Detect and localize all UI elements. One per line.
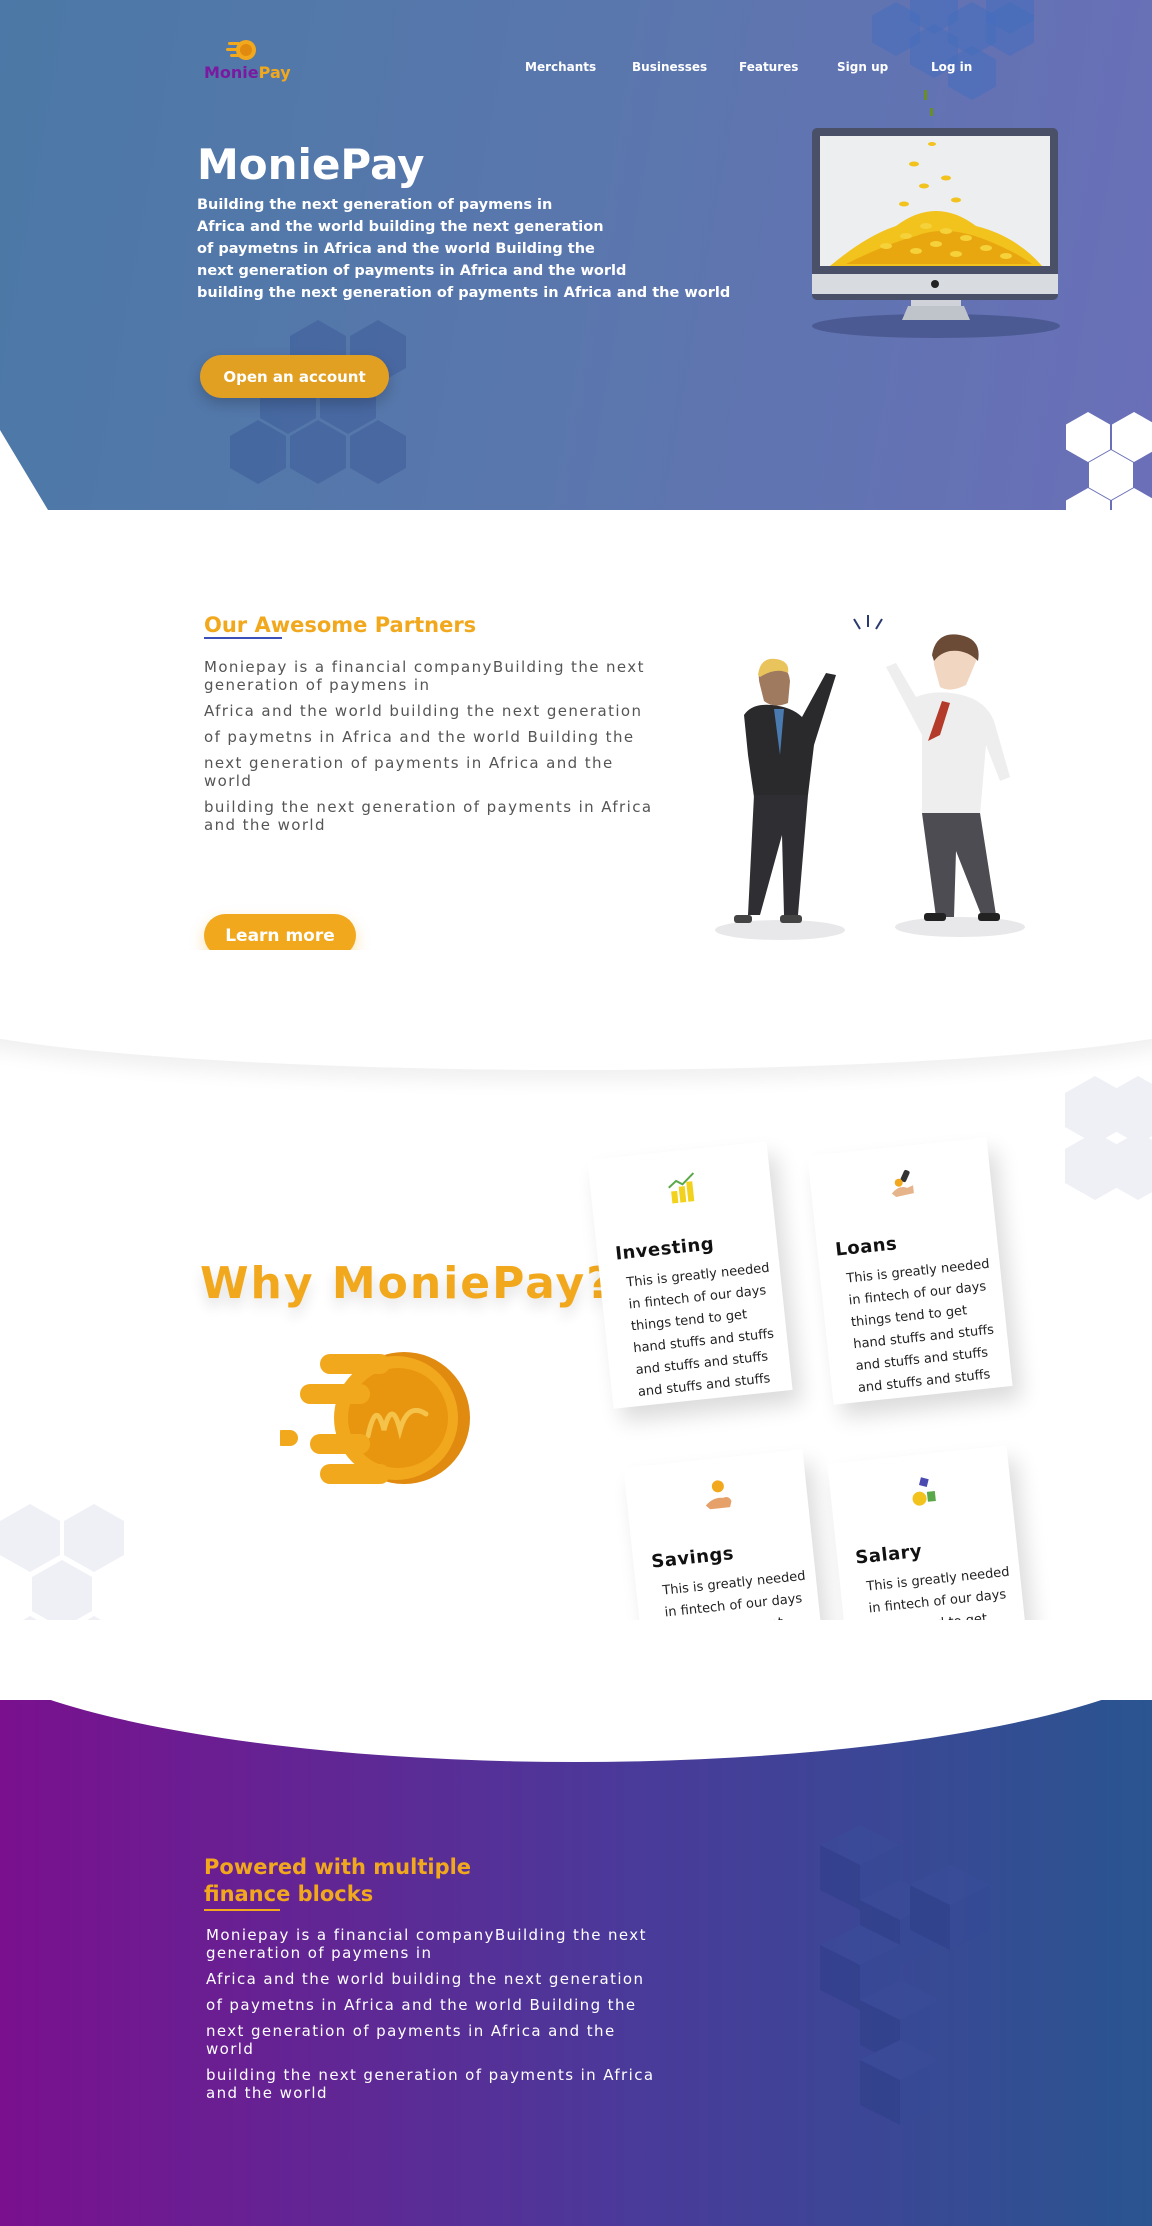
feature-card-loans[interactable]: Loans This is greatly needed in fintech … [807, 1137, 1013, 1405]
salary-icon [912, 1477, 936, 1506]
nav-merchants[interactable]: Merchants [525, 60, 596, 74]
brand-logo[interactable]: MoniePay [204, 36, 294, 86]
why-moniepay-title: Why MoniePay? [200, 1258, 614, 1309]
loan-hand-icon [891, 1169, 914, 1198]
moniepay-coin-icon [280, 1352, 470, 1484]
landing-page: MoniePay Merchants Businesses Features S… [0, 0, 1152, 2226]
hex-decoration [1108, 1076, 1152, 1144]
high-five-illustration [715, 615, 1025, 940]
powered-title: Powered with multiple finance blocks [204, 1855, 472, 1906]
title-underline [204, 1909, 280, 1911]
savings-hand-icon [705, 1480, 732, 1510]
card-text: This is greatly needed in fintech of our… [845, 1256, 995, 1397]
title-underline [204, 637, 282, 639]
card-title: Salary [854, 1540, 924, 1569]
logo-coin-icon [226, 40, 256, 60]
nav-log-in[interactable]: Log in [931, 60, 972, 74]
hex-decoration [32, 1560, 92, 1628]
section-divider [0, 950, 1152, 1070]
open-account-button[interactable]: Open an account [200, 355, 389, 398]
powered-description: Moniepay is a financial companyBuilding … [206, 1926, 655, 2102]
hex-decoration [64, 1504, 124, 1572]
card-text: This is greatly needed in fintech of our… [625, 1260, 775, 1401]
nav-sign-up[interactable]: Sign up [837, 60, 888, 74]
card-title: Investing [614, 1233, 716, 1265]
brand-name: MoniePay [204, 63, 291, 82]
hero-description: Building the next generation of paymens … [197, 197, 731, 301]
nav-features[interactable]: Features [739, 60, 798, 74]
nav-businesses[interactable]: Businesses [632, 60, 707, 74]
chart-icon [668, 1172, 695, 1204]
card-title: Loans [834, 1233, 899, 1261]
hex-decoration [0, 1504, 60, 1572]
finance-blocks-illustration [820, 1825, 990, 2125]
card-title: Savings [650, 1543, 735, 1573]
hero-title: MoniePay [197, 140, 425, 189]
feature-card-investing[interactable]: Investing This is greatly needed in fint… [587, 1141, 793, 1409]
hex-decoration [1108, 1132, 1152, 1200]
monitor-coins-illustration [812, 90, 1060, 338]
partners-title: Our Awesome Partners [204, 613, 477, 637]
partners-description: Moniepay is a financial companyBuilding … [204, 658, 653, 834]
